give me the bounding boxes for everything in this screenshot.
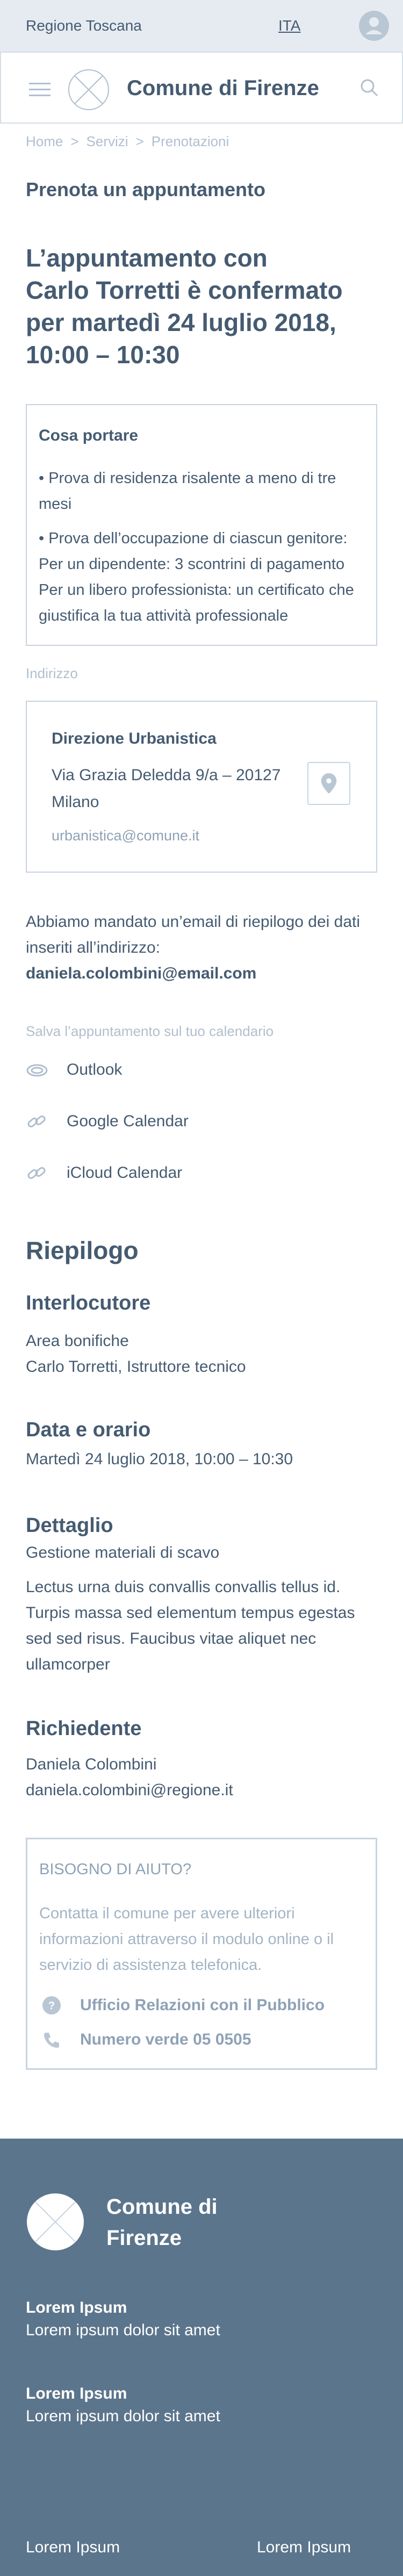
hamburger-menu-icon[interactable] xyxy=(29,82,51,98)
bring-item: • Prova di residenza risalente a meno di… xyxy=(39,470,336,513)
email-sent-text: Abbiamo mandato un’email di riepilogo de… xyxy=(26,913,361,956)
breadcrumb-home[interactable]: Home xyxy=(26,133,63,149)
breadcrumb-services[interactable]: Servizi xyxy=(87,133,128,149)
footer-block-title: Lorem Ipsum xyxy=(26,2385,127,2402)
map-pin-icon[interactable] xyxy=(307,762,350,805)
help-text: Contatta il comune per avere ulteriori i… xyxy=(39,1905,334,1974)
calendar-item-label: Outlook xyxy=(67,1061,123,1078)
breadcrumb-separator-icon: > xyxy=(135,133,144,149)
email-sent-message: Abbiamo mandato un’email di riepilogo de… xyxy=(26,909,380,987)
office-name: Direzione Urbanistica xyxy=(52,730,217,747)
applicant-title: Richiedente xyxy=(26,1717,142,1740)
summary-title: Riepilogo xyxy=(26,1236,139,1264)
detail-text: Lectus urna duis convallis convallis tel… xyxy=(26,1578,355,1673)
svg-text:?: ? xyxy=(48,2000,55,2012)
footer: Comune di Firenze Lorem Ipsum Lorem ipsu… xyxy=(0,2139,403,2576)
search-icon[interactable] xyxy=(358,76,382,100)
help-title: BISOGNO DI AIUTO? xyxy=(39,1861,192,1878)
main-header: Comune di Firenze xyxy=(0,52,403,124)
phone-icon xyxy=(44,2033,59,2048)
help-box: BISOGNO DI AIUTO? Contatta il comune per… xyxy=(26,1838,377,2070)
datetime-title: Data e orario xyxy=(26,1419,151,1441)
help-office-label: Ufficio Relazioni con il Pubblico xyxy=(80,1996,325,2014)
region-link[interactable]: Regione Toscana xyxy=(26,17,142,34)
address-label: Indirizzo xyxy=(26,665,78,681)
detail-title: Dettaglio xyxy=(26,1514,113,1537)
footer-block-title: Lorem Ipsum xyxy=(26,2299,127,2316)
confirmation-line: L’appuntamento con xyxy=(26,244,268,272)
street-line: Via Grazia Deledda 9/a – 20127 xyxy=(52,766,281,784)
outlook-icon xyxy=(26,1064,48,1077)
page-title: Prenota un appuntamento xyxy=(26,178,266,200)
office-street: Via Grazia Deledda 9/a – 20127 Milano xyxy=(52,762,288,816)
confirmation-line: Carlo Torretti è confermato xyxy=(26,276,343,304)
interlocutor-area: Area bonifiche xyxy=(26,1332,129,1350)
site-title[interactable]: Comune di Firenze xyxy=(127,76,319,100)
google-calendar-link[interactable]: Google Calendar xyxy=(26,1109,241,1136)
confirmation-heading: L’appuntamento con Carlo Torretti è conf… xyxy=(26,242,380,371)
toll-free-number-link[interactable]: Numero verde 05 0505 xyxy=(39,2027,362,2052)
user-avatar-icon[interactable] xyxy=(358,10,390,42)
calendar-item-label: Google Calendar xyxy=(67,1112,189,1130)
breadcrumb-current: Prenotazioni xyxy=(151,133,229,149)
footer-logo-placeholder-icon[interactable] xyxy=(26,2192,85,2251)
icloud-calendar-link[interactable]: iCloud Calendar xyxy=(26,1161,241,1188)
office-email-link[interactable]: urbanistica@comune.it xyxy=(52,828,199,844)
what-to-bring-title: Cosa portare xyxy=(39,427,139,444)
bring-item: • Prova dell’occupazione di ciascun geni… xyxy=(39,530,354,624)
detail-subject: Gestione materiali di scavo xyxy=(26,1544,220,1562)
footer-title-line: Firenze xyxy=(106,2226,182,2250)
calendar-label: Salva l’appuntamento sul tuo calendario xyxy=(26,1023,274,1039)
interlocutor-title: Interlocutore xyxy=(26,1292,151,1314)
datetime-value: Martedì 24 luglio 2018, 10:00 – 10:30 xyxy=(26,1450,293,1468)
breadcrumb-separator-icon: > xyxy=(70,133,79,149)
outlook-calendar-link[interactable]: Outlook xyxy=(26,1057,241,1084)
footer-title-line: Comune di xyxy=(106,2195,218,2219)
what-to-bring-box: Cosa portare • Prova di residenza risale… xyxy=(26,404,377,646)
interlocutor-person: Carlo Torretti, Istruttore tecnico xyxy=(26,1358,246,1376)
applicant-name: Daniela Colombini xyxy=(26,1755,157,1773)
confirmation-line: per martedì 24 luglio 2018, xyxy=(26,308,336,336)
city-logo-placeholder-icon[interactable] xyxy=(68,69,110,111)
help-question-icon: ? xyxy=(42,1996,61,2014)
public-relations-office-link[interactable]: ? Ufficio Relazioni con il Pubblico xyxy=(39,1993,362,2018)
help-phone-label: Numero verde 05 0505 xyxy=(80,2031,251,2048)
calendar-item-label: iCloud Calendar xyxy=(67,1164,183,1182)
top-bar: Regione Toscana ITA xyxy=(0,0,403,52)
link-icon xyxy=(27,1167,46,1179)
footer-link-right[interactable]: Lorem Ipsum xyxy=(257,2538,351,2557)
confirmation-line: 10:00 – 10:30 xyxy=(26,341,180,369)
footer-link-left[interactable]: Lorem Ipsum xyxy=(26,2538,120,2557)
email-sent-address: daniela.colombini@email.com xyxy=(26,965,257,982)
footer-block-text: Lorem ipsum dolor sit amet xyxy=(26,2321,220,2339)
breadcrumb: Home > Servizi > Prenotazioni xyxy=(26,133,229,150)
address-card: Direzione Urbanistica Via Grazia Deledda… xyxy=(26,701,377,873)
footer-block-text: Lorem ipsum dolor sit amet xyxy=(26,2407,220,2425)
applicant-email: daniela.colombini@regione.it xyxy=(26,1781,233,1799)
footer-title: Comune di Firenze xyxy=(106,2191,268,2254)
street-line: Milano xyxy=(52,793,99,811)
link-icon xyxy=(27,1115,46,1128)
language-selector[interactable]: ITA xyxy=(278,17,300,34)
